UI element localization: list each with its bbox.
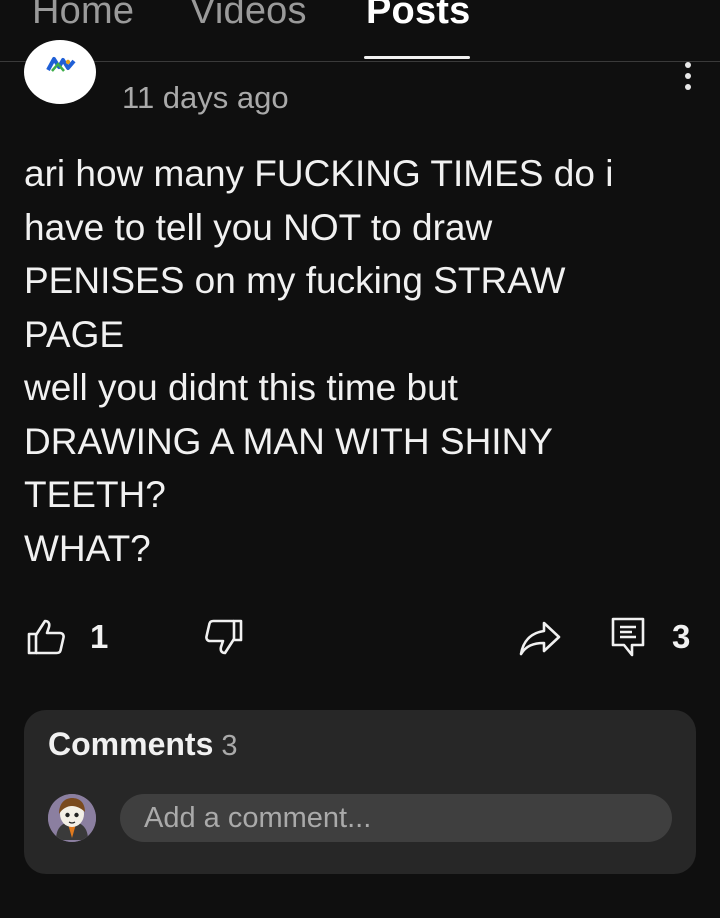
thumbs-up-icon	[27, 619, 65, 655]
channel-avatar-art	[46, 57, 76, 72]
post-line: DRAWING A MAN WITH SHINY	[24, 420, 553, 462]
comment-icon	[611, 617, 645, 657]
post-line: have to tell you NOT to draw	[24, 206, 493, 248]
tab-home[interactable]: Home	[32, 0, 134, 33]
comments-title: Comments	[48, 726, 214, 762]
comments-section[interactable]: Comments 3	[24, 710, 696, 874]
user-avatar	[48, 794, 96, 842]
post-line: TEETH?	[24, 474, 166, 515]
post-line: PENISES on my fucking STRAW	[24, 260, 566, 301]
like-button[interactable]: 1	[26, 618, 108, 656]
post-line: well you didnt this time but	[24, 367, 458, 408]
tab-posts[interactable]: Posts	[366, 0, 470, 33]
dislike-button[interactable]	[204, 618, 244, 656]
post-timestamp: 11 days ago	[122, 80, 289, 115]
tab-bar: Home Videos Posts	[0, 0, 720, 62]
comments-count: 3	[221, 730, 238, 762]
post-text: ari how many FUCKING TIMES do i have to …	[24, 147, 694, 575]
post-line: PAGE	[24, 313, 125, 355]
post-line: WHAT?	[24, 527, 151, 569]
post-line: ari how many FUCKING TIMES do i	[24, 153, 614, 194]
more-vertical-icon[interactable]	[676, 62, 700, 90]
comment-input[interactable]	[120, 794, 672, 842]
comment-count: 3	[672, 618, 691, 655]
share-icon	[519, 621, 561, 656]
user-avatar-art	[48, 794, 96, 842]
comments-header: Comments 3	[48, 726, 238, 763]
channel-avatar[interactable]	[24, 40, 96, 104]
thumbs-down-icon	[205, 619, 243, 655]
like-count: 1	[90, 618, 109, 655]
share-button[interactable]	[518, 620, 562, 656]
comment-button[interactable]: 3	[610, 616, 690, 658]
active-tab-indicator	[364, 56, 470, 59]
tab-videos[interactable]: Videos	[190, 0, 307, 33]
